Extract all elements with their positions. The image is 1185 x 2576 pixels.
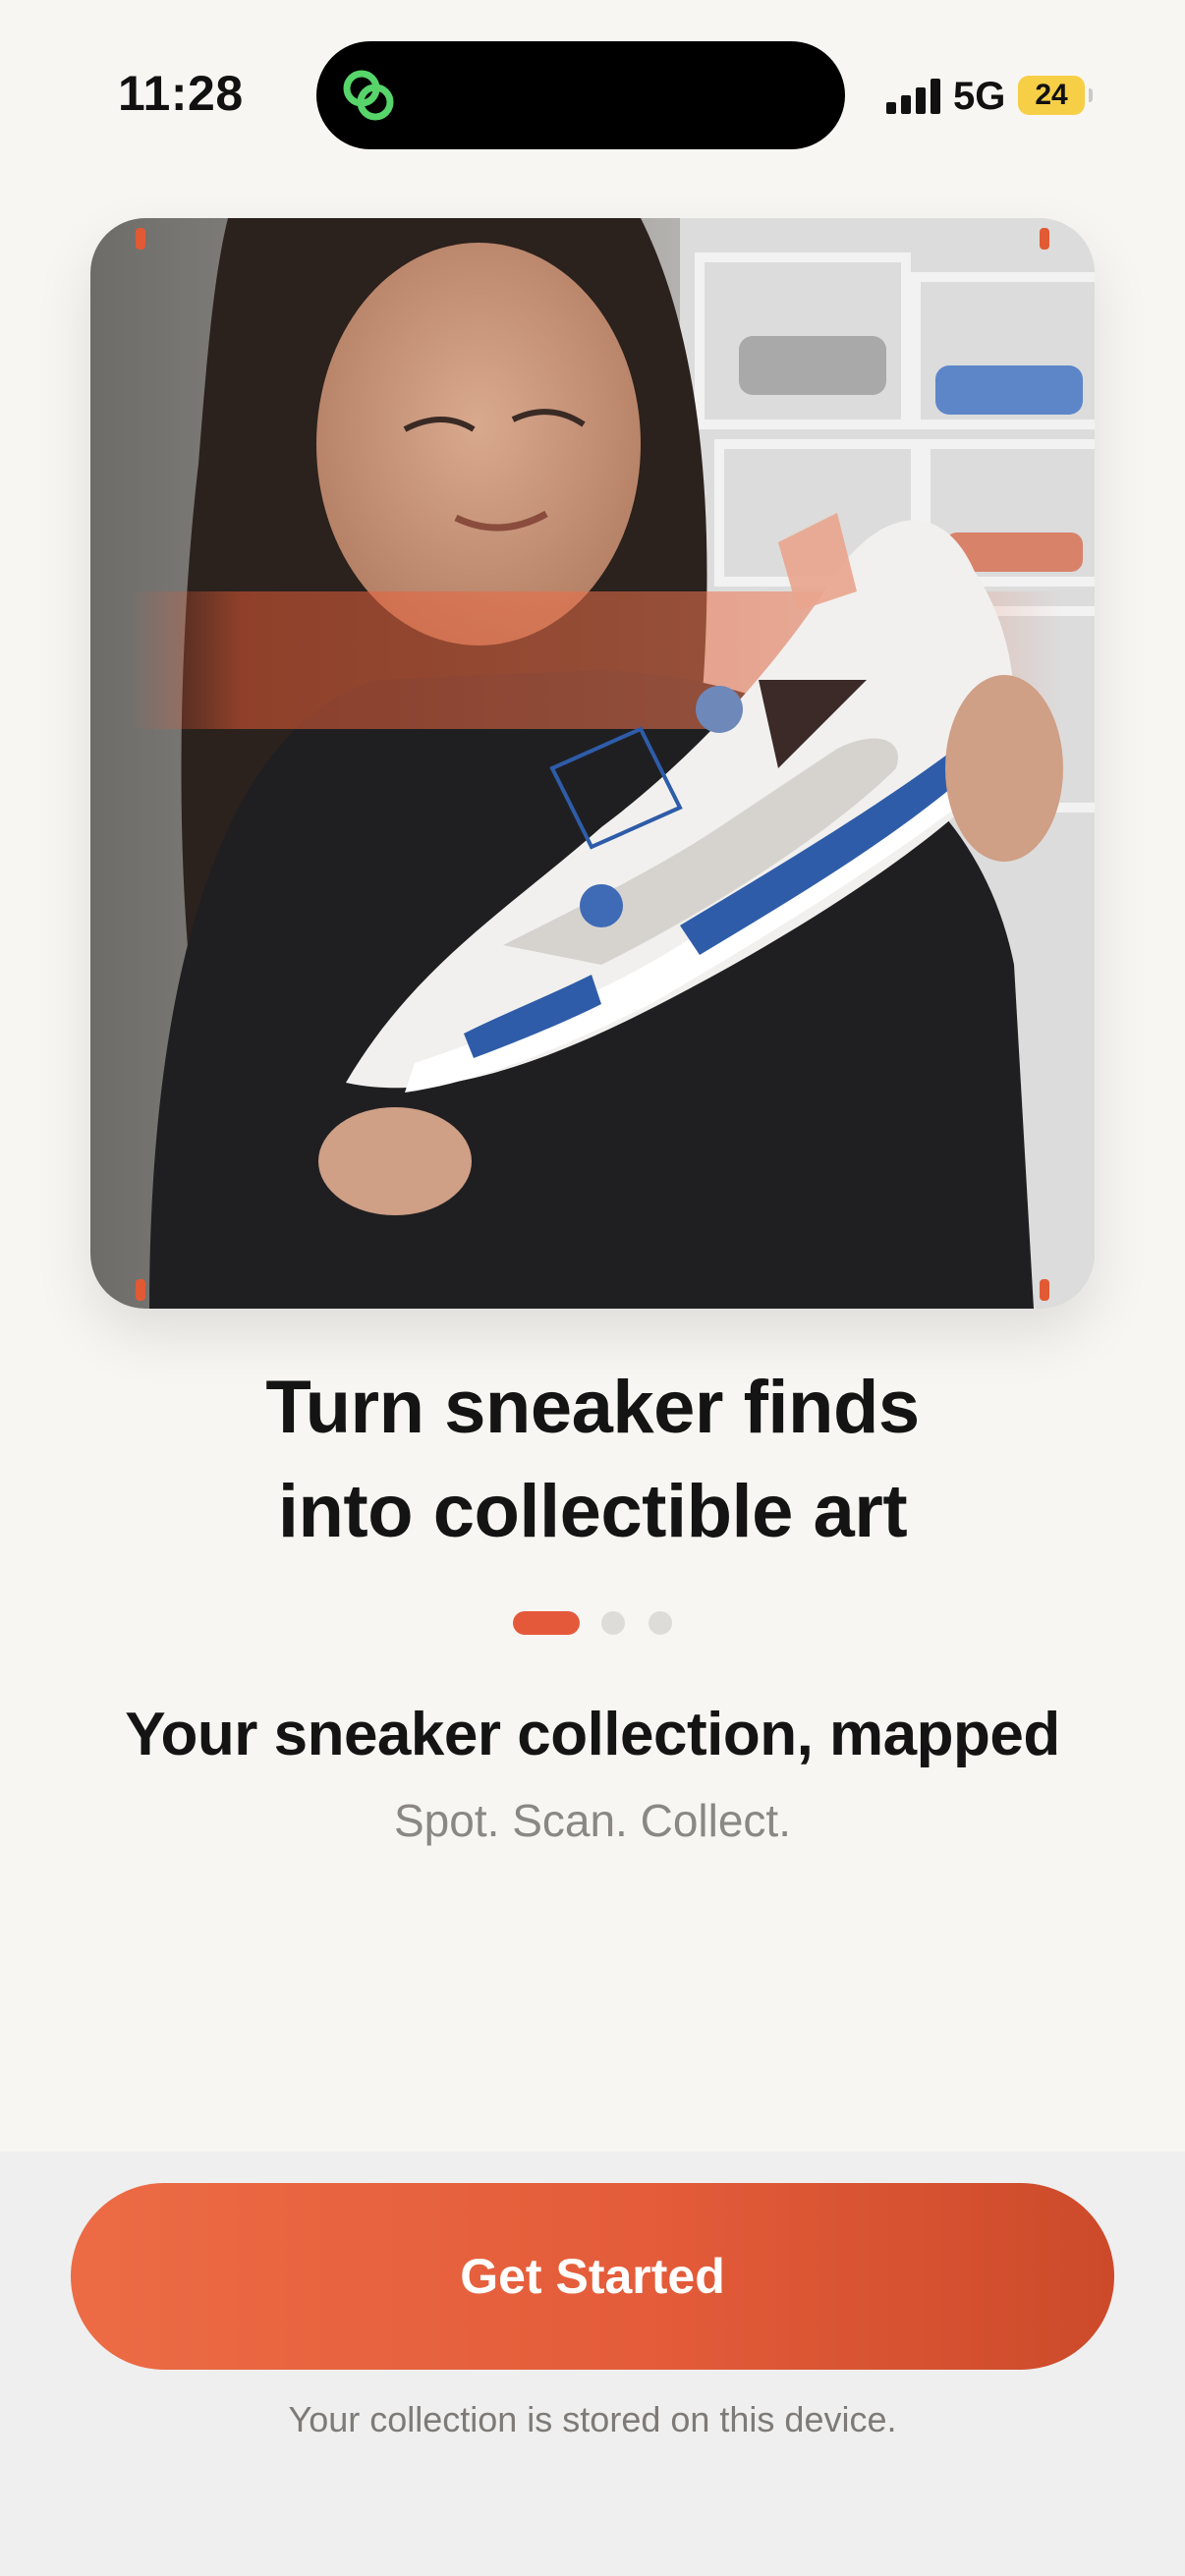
battery-icon: 24 xyxy=(1018,76,1093,115)
get-started-button[interactable]: Get Started xyxy=(71,2183,1114,2370)
onboarding-screen: 11:28 5G 24 Turn sneaker finds into coll… xyxy=(0,0,1185,2576)
network-type: 5G xyxy=(953,75,1006,118)
scan-corner-marker xyxy=(1040,1279,1049,1301)
page-dot-active[interactable] xyxy=(513,1611,580,1635)
scan-corner-marker xyxy=(1040,228,1049,250)
scan-corner-marker xyxy=(136,1279,145,1301)
subheadline: Your sneaker collection, mapped xyxy=(125,1701,1060,1768)
page-dot[interactable] xyxy=(649,1611,672,1635)
page-indicator xyxy=(0,1609,1185,1635)
dynamic-island[interactable] xyxy=(316,41,845,149)
person-holding-sneaker-photo xyxy=(130,218,1095,1309)
page-title-line-1: Turn sneaker finds xyxy=(265,1366,920,1449)
status-bar: 11:28 5G 24 xyxy=(0,0,1185,187)
link-rings-icon xyxy=(343,70,394,121)
status-time: 11:28 xyxy=(118,66,244,121)
hero-image xyxy=(90,218,1095,1309)
page-title-line-2: into collectible art xyxy=(277,1470,908,1553)
tagline: Spot. Scan. Collect. xyxy=(394,1795,791,1846)
page-dot[interactable] xyxy=(601,1611,625,1635)
scan-corner-marker xyxy=(136,228,145,250)
storage-note: Your collection is stored on this device… xyxy=(288,2399,897,2439)
page-title: Turn sneaker finds into collectible art xyxy=(0,1356,1185,1564)
cellular-signal-icon xyxy=(886,79,943,114)
